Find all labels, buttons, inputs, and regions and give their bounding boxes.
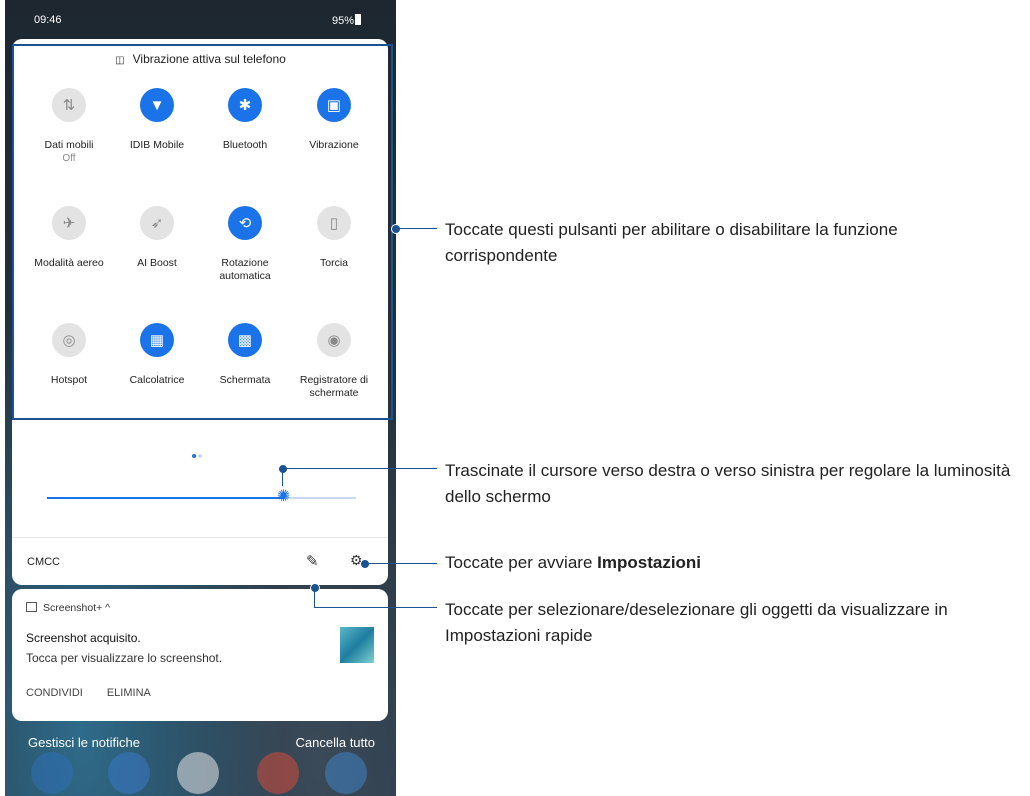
callout-settings-bold: Impostazioni <box>597 553 702 572</box>
brightness-track-empty[interactable] <box>284 497 356 499</box>
page-dot <box>198 454 202 458</box>
callout-text-tiles: Toccate questi pulsanti per abilitare o … <box>445 220 898 265</box>
callout-line-edit <box>314 607 437 608</box>
clear-all-button[interactable]: Cancella tutto <box>296 735 376 750</box>
callout-line-tiles <box>399 228 437 229</box>
manage-notifications-button[interactable]: Gestisci le notifiche <box>28 735 140 750</box>
callout-vline-brightness <box>282 472 283 486</box>
page-dot-active <box>192 454 196 458</box>
share-button[interactable]: CONDIVIDI <box>26 687 83 699</box>
screenshot-thumbnail[interactable] <box>340 627 374 663</box>
status-bar: 09:46 95% <box>5 0 396 38</box>
camera-app-icon <box>325 752 367 794</box>
callout-dot-brightness <box>278 464 288 474</box>
chrome-icon <box>257 752 299 794</box>
brightness-slider-thumb[interactable]: ✺ <box>277 489 290 505</box>
phone-app-icon <box>31 752 73 794</box>
battery-percent: 95% <box>331 15 354 27</box>
panel-divider <box>12 537 388 538</box>
delete-button[interactable]: ELIMINA <box>107 687 151 699</box>
callout-line-settings <box>368 563 437 564</box>
phone-screen: 09:46 95% ◫ Vibrazione attiva sul telefon… <box>5 0 396 796</box>
image-icon <box>26 602 37 612</box>
brightness-track-filled[interactable] <box>47 497 285 499</box>
callout-text-brightness: Trascinate il cursore verso destra o ver… <box>445 461 1011 506</box>
callout-dot-settings <box>360 559 370 569</box>
play-store-icon <box>177 752 219 794</box>
callout-vline-edit <box>314 591 315 607</box>
tiles-highlight-frame <box>12 44 393 420</box>
notification-body: Tocca per visualizzare lo screenshot. <box>26 651 223 665</box>
status-time: 09:46 <box>34 14 62 26</box>
notification-title: Screenshot acquisito. <box>26 631 141 645</box>
battery-icon <box>355 14 361 25</box>
carrier-label: CMCC <box>27 556 60 568</box>
notification-actions: CONDIVIDI ELIMINA <box>26 687 175 699</box>
notification-app-name: Screenshot+ ^ <box>43 602 111 614</box>
notification-app-header[interactable]: Screenshot+ ^ <box>26 602 110 614</box>
callout-dot-tiles <box>391 224 401 234</box>
callout-line-brightness <box>286 468 437 469</box>
callout-text-settings: Toccate per avviare Impostazioni <box>445 550 1015 576</box>
callout-dot-edit <box>310 583 320 593</box>
battery-indicator: 95% <box>332 14 361 27</box>
callout-settings-prefix: Toccate per avviare <box>445 553 598 572</box>
page-indicator <box>191 445 203 463</box>
callout-text-edit: Toccate per selezionare/deselezionare gl… <box>445 600 948 645</box>
messages-app-icon <box>108 752 150 794</box>
edit-pencil-icon[interactable]: ✎ <box>306 552 319 570</box>
